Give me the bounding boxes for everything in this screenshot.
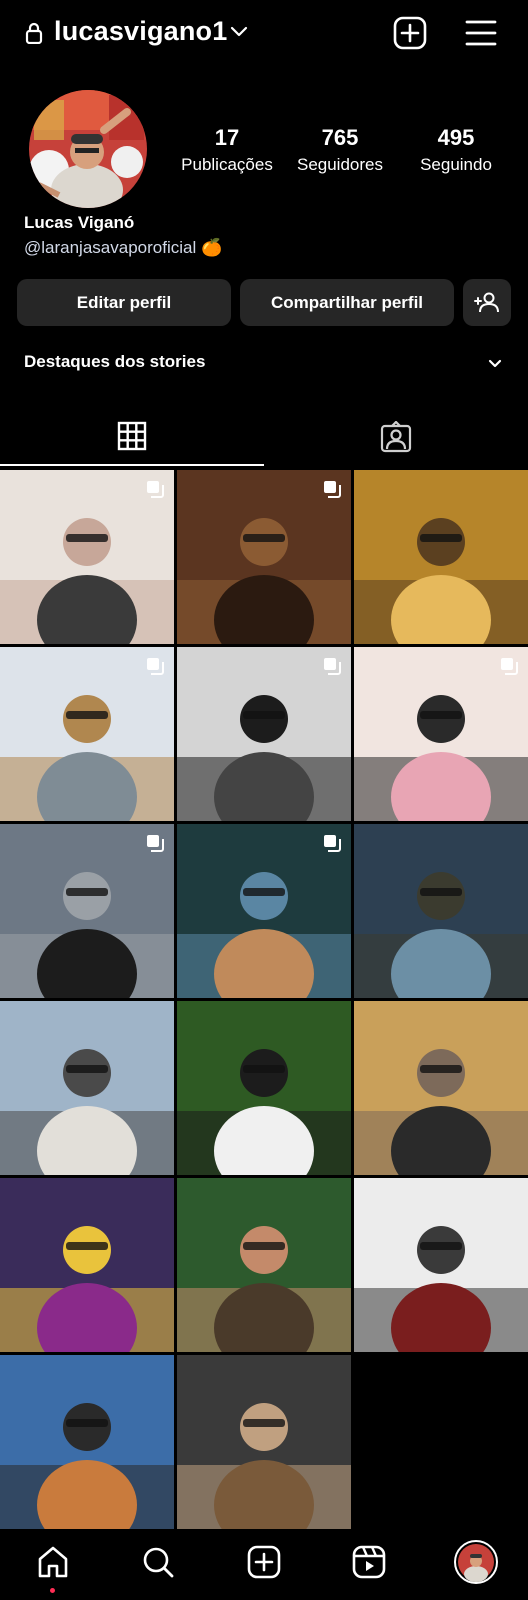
profile-full-name: Lucas Viganó bbox=[24, 213, 135, 232]
chevron-down-icon[interactable] bbox=[488, 358, 502, 370]
hamburger-menu-icon[interactable] bbox=[465, 18, 497, 48]
account-username[interactable]: lucasvigano1 bbox=[54, 16, 227, 47]
nav-reels[interactable] bbox=[349, 1542, 389, 1582]
nav-create[interactable] bbox=[244, 1542, 284, 1582]
stat-posts-value: 17 bbox=[214, 125, 240, 150]
stat-following-label: Seguindo bbox=[420, 155, 492, 174]
stat-posts[interactable]: 17 Publicações bbox=[175, 124, 279, 178]
bottom-nav bbox=[0, 1530, 528, 1600]
carousel-icon bbox=[147, 658, 164, 675]
plus-square-icon bbox=[247, 1545, 281, 1579]
carousel-icon bbox=[324, 835, 341, 852]
post-thumbnail[interactable] bbox=[177, 647, 351, 821]
post-thumbnail[interactable] bbox=[0, 470, 174, 644]
nav-profile[interactable] bbox=[454, 1540, 498, 1584]
post-thumbnail[interactable] bbox=[177, 1355, 351, 1529]
stat-following-value: 495 bbox=[437, 125, 475, 150]
profile-avatar[interactable] bbox=[29, 90, 147, 208]
discover-people-button[interactable] bbox=[463, 279, 511, 326]
tab-tagged[interactable] bbox=[264, 408, 528, 466]
post-thumbnail[interactable] bbox=[0, 1178, 174, 1352]
stat-followers-value: 765 bbox=[321, 125, 359, 150]
post-thumbnail[interactable] bbox=[0, 647, 174, 821]
edit-profile-button[interactable]: Editar perfil bbox=[17, 279, 231, 326]
reels-icon bbox=[352, 1545, 386, 1579]
top-bar: lucasvigano1 bbox=[0, 0, 528, 66]
stat-following[interactable]: 495 Seguindo bbox=[406, 124, 506, 178]
post-thumbnail[interactable] bbox=[354, 824, 528, 998]
add-person-icon bbox=[474, 292, 499, 312]
post-thumbnail[interactable] bbox=[177, 470, 351, 644]
share-profile-button[interactable]: Compartilhar perfil bbox=[240, 279, 454, 326]
search-icon bbox=[143, 1547, 174, 1578]
avatar-icon bbox=[454, 1540, 498, 1584]
post-thumbnail[interactable] bbox=[177, 1001, 351, 1175]
carousel-icon bbox=[324, 658, 341, 675]
post-thumbnail[interactable] bbox=[0, 824, 174, 998]
nav-search[interactable] bbox=[138, 1542, 178, 1582]
post-thumbnail[interactable] bbox=[0, 1001, 174, 1175]
grid-icon bbox=[117, 421, 147, 451]
post-thumbnail[interactable] bbox=[354, 470, 528, 644]
post-thumbnail[interactable] bbox=[177, 1178, 351, 1352]
stat-followers-label: Seguidores bbox=[296, 155, 383, 174]
carousel-icon bbox=[324, 481, 341, 498]
notification-dot bbox=[50, 1588, 55, 1593]
home-icon bbox=[38, 1546, 68, 1578]
post-thumbnail[interactable] bbox=[354, 1001, 528, 1175]
stat-followers[interactable]: 765 Seguidores bbox=[290, 124, 390, 178]
tab-posts-grid[interactable] bbox=[0, 408, 264, 466]
post-thumbnail[interactable] bbox=[354, 1178, 528, 1352]
lock-icon bbox=[25, 22, 43, 44]
stat-posts-label: Publicações bbox=[181, 155, 273, 174]
create-post-icon[interactable] bbox=[393, 16, 427, 50]
post-thumbnail[interactable] bbox=[354, 647, 528, 821]
carousel-icon bbox=[147, 835, 164, 852]
carousel-icon bbox=[501, 658, 518, 675]
carousel-icon bbox=[147, 481, 164, 498]
profile-handle-link[interactable]: @laranjasavaporoficial 🍊 bbox=[24, 238, 222, 258]
chevron-down-icon[interactable] bbox=[230, 25, 248, 39]
story-highlights-title[interactable]: Destaques dos stories bbox=[24, 352, 205, 372]
post-thumbnail[interactable] bbox=[0, 1355, 174, 1529]
tagged-person-icon bbox=[380, 421, 412, 453]
post-thumbnail[interactable] bbox=[177, 824, 351, 998]
nav-home[interactable] bbox=[33, 1542, 73, 1582]
